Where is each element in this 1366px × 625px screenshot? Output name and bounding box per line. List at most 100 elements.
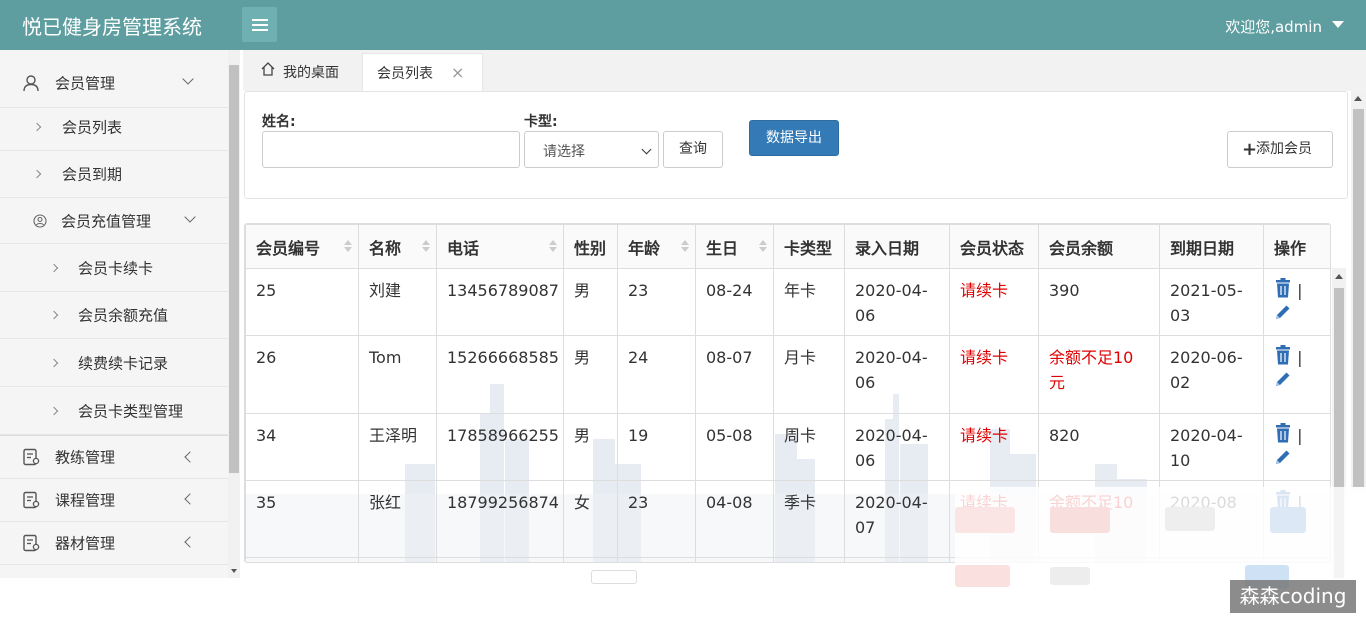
table-cell-name: 刘建	[358, 268, 437, 336]
table-cell-birthday: 08-07	[695, 335, 774, 414]
card-type-label: 卡型:	[524, 114, 558, 130]
table-cell-gender: 男	[563, 268, 618, 336]
edit-icon[interactable]	[1274, 448, 1292, 466]
action-separator: |	[1292, 281, 1303, 300]
sidebar-item-label: 会员卡续卡	[78, 259, 154, 277]
trash-icon[interactable]	[1274, 423, 1292, 443]
trash-icon[interactable]	[1274, 345, 1292, 365]
sort-icon[interactable]	[344, 240, 352, 252]
chevron-right-icon	[49, 310, 59, 320]
table-row: 25 刘建 13456789087 男 23 08-24 年卡 2020-04-06 请续卡 39…	[245, 268, 1330, 336]
name-input[interactable]	[262, 131, 520, 168]
table-cell-entry: 2020-04-06	[844, 335, 950, 414]
sidebar-item-course-management[interactable]: 课程管理	[0, 479, 228, 522]
menu-toggle-button[interactable]	[242, 7, 277, 42]
table-cell-actions: |	[1263, 335, 1330, 414]
sort-icon[interactable]	[549, 240, 557, 252]
chevron-down-icon	[184, 211, 196, 223]
plus-icon: +	[1242, 139, 1258, 160]
table-cell-age: 2	[617, 557, 696, 562]
tab-member-list[interactable]: 会员列表 ×	[362, 53, 483, 91]
scroll-down-arrow-icon[interactable]	[231, 569, 237, 573]
sort-icon[interactable]	[759, 240, 767, 252]
sidebar-item-balance-recharge[interactable]: 会员余额充值	[0, 292, 228, 339]
query-button[interactable]: 查询	[663, 131, 723, 168]
column-header: 性别	[563, 224, 618, 269]
table-cell-card: 年卡	[773, 268, 845, 336]
column-header[interactable]: 会员编号	[245, 224, 359, 269]
table-cell-age: 19	[617, 413, 696, 481]
chevron-right-icon	[32, 122, 42, 132]
sidebar-item-label: 会员管理	[55, 74, 116, 92]
column-header[interactable]: 年龄	[617, 224, 696, 269]
sort-icon[interactable]	[422, 240, 430, 252]
sidebar-item-label: 教练管理	[55, 448, 116, 467]
document-icon	[23, 491, 40, 509]
scrollbar-thumb[interactable]	[229, 65, 239, 473]
chevron-right-icon	[49, 358, 59, 368]
table-cell-birthday: 05-08	[695, 413, 774, 481]
table-cell-name: Tom	[358, 335, 437, 414]
caret-down-icon[interactable]	[1332, 21, 1344, 28]
table-cell-status: 请续卡	[949, 268, 1039, 336]
trash-icon[interactable]	[1274, 278, 1292, 298]
sidebar-item-coach-management[interactable]: 教练管理	[0, 435, 228, 479]
tab-desktop[interactable]: 我的桌面	[243, 53, 361, 91]
column-header[interactable]: 生日	[695, 224, 774, 269]
watermark: 森森coding	[1230, 580, 1356, 613]
edit-icon[interactable]	[1274, 303, 1292, 321]
table-cell-card: 月卡	[773, 335, 845, 414]
sidebar-item-equipment-management[interactable]: 器材管理	[0, 522, 228, 565]
scroll-up-arrow-icon[interactable]	[1354, 96, 1362, 101]
table-cell-balance: 820	[1038, 413, 1160, 481]
close-icon[interactable]: ×	[451, 63, 464, 82]
sidebar: 会员管理 会员列表 会员到期 会员充值管理 会员卡续卡 会员余额充值 续费续卡记…	[0, 50, 228, 578]
sidebar-item-member-management[interactable]: 会员管理	[0, 58, 228, 108]
table-cell-entry: 2020-04	[844, 557, 950, 562]
column-header[interactable]: 电话	[436, 224, 564, 269]
home-icon	[261, 62, 275, 76]
chevron-left-icon	[184, 451, 196, 463]
sidebar-item-renewal-records[interactable]: 续费续卡记录	[0, 339, 228, 387]
table-cell-name: 王艳	[358, 557, 437, 562]
scroll-up-arrow-icon[interactable]	[1335, 274, 1343, 279]
tab-bar: 我的桌面 会员列表 ×	[243, 50, 1366, 91]
chevron-right-icon	[49, 406, 59, 416]
user-circle-icon	[33, 213, 47, 228]
export-button[interactable]: 数据导出	[749, 120, 839, 156]
table-cell-birthday: 08-24	[695, 268, 774, 336]
content-scrollbar[interactable]	[1351, 91, 1366, 491]
card-type-select[interactable]: 请选择	[524, 131, 659, 168]
sidebar-scrollbar[interactable]	[228, 50, 240, 578]
add-member-button[interactable]: + 添加会员	[1227, 131, 1333, 168]
app-title: 悦已健身房管理系统	[22, 15, 202, 39]
column-header: 会员状态	[949, 224, 1039, 269]
chevron-down-icon	[641, 144, 652, 155]
sidebar-item-member-list[interactable]: 会员列表	[0, 103, 228, 151]
user-menu[interactable]: 欢迎您,admin	[1225, 16, 1322, 37]
edit-icon[interactable]	[1274, 370, 1292, 388]
action-separator: |	[1292, 348, 1303, 367]
top-bar: 悦已健身房管理系统 欢迎您,admin	[0, 0, 1366, 50]
sidebar-item-label: 会员充值管理	[61, 212, 152, 230]
sidebar-item-card-renewal[interactable]: 会员卡续卡	[0, 244, 228, 292]
chevron-right-icon	[32, 169, 42, 179]
table-cell-actions: |	[1263, 268, 1330, 336]
table-cell-gender: 男	[563, 335, 618, 414]
table-cell-phone: 17858966255	[436, 413, 564, 481]
sidebar-item-card-type-management[interactable]: 会员卡类型管理	[0, 387, 228, 435]
chevron-left-icon	[184, 536, 196, 548]
column-header: 操作	[1263, 224, 1330, 269]
sidebar-item-label: 会员到期	[62, 165, 123, 184]
column-header[interactable]: 名称	[358, 224, 437, 269]
table-cell-card: 季卡	[773, 480, 845, 558]
table-cell-expire: 2020-04-10	[1159, 413, 1264, 481]
sidebar-item-member-expiry[interactable]: 会员到期	[0, 151, 228, 198]
sort-icon[interactable]	[681, 240, 689, 252]
table-cell-status: 请续卡	[949, 413, 1039, 481]
chevron-down-icon	[182, 73, 194, 85]
column-header: 到期日期	[1159, 224, 1264, 269]
scrollbar-thumb[interactable]	[1353, 109, 1364, 487]
column-header: 录入日期	[844, 224, 950, 269]
sidebar-item-recharge-management[interactable]: 会员充值管理	[0, 198, 228, 244]
